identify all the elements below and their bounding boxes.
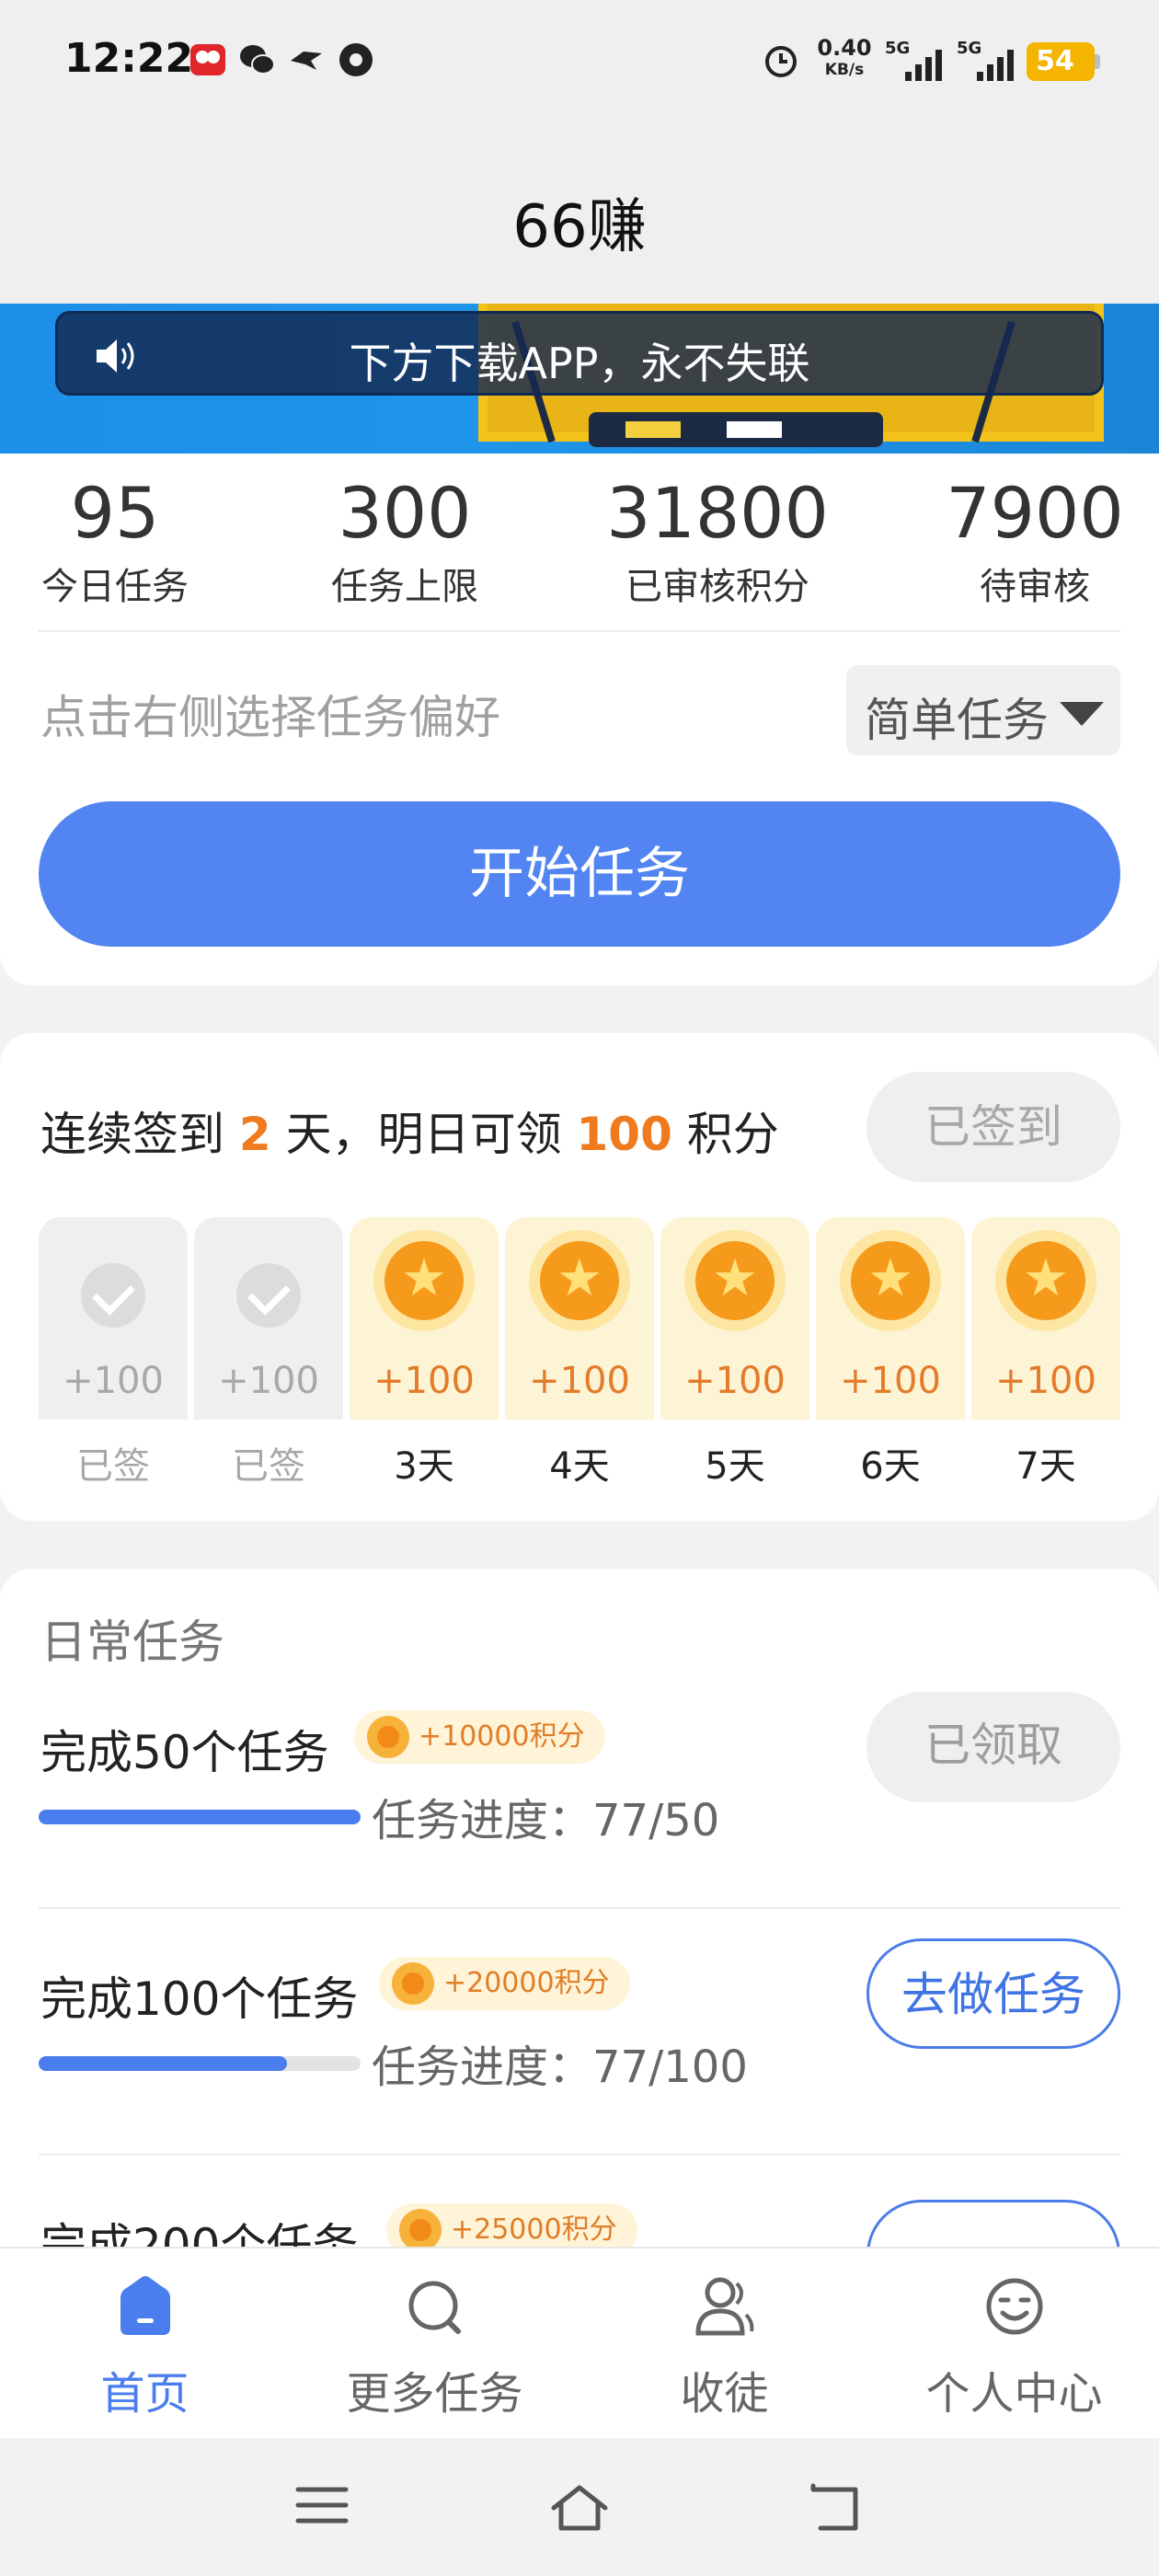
checkin-points: +100 bbox=[63, 1360, 164, 1402]
progress-text: 任务进度：77/100 bbox=[372, 2041, 748, 2093]
alarm-icon bbox=[765, 46, 797, 77]
users-icon bbox=[695, 2277, 754, 2336]
checkin-points: +100 bbox=[529, 1360, 630, 1402]
checkin-day-label: 3天 bbox=[394, 1445, 454, 1488]
checkin-day: ★ +100 bbox=[350, 1217, 499, 1420]
divider bbox=[39, 630, 1120, 632]
checkin-points: +100 bbox=[373, 1360, 475, 1402]
reward-badge: +10000积分 bbox=[354, 1710, 605, 1764]
claimed-button[interactable]: 已领取 bbox=[866, 1692, 1120, 1802]
check-icon bbox=[236, 1263, 301, 1328]
status-bar: 12:22 0.40 KB/s 5G 5G 54 bbox=[0, 0, 1159, 124]
check-icon bbox=[81, 1263, 145, 1328]
bottom-tab-bar: 首页 更多任务 收徒 个人中心 bbox=[0, 2247, 1159, 2438]
checkin-day-label: 6天 bbox=[860, 1445, 921, 1488]
preference-hint: 点击右侧选择任务偏好 bbox=[40, 691, 500, 744]
checkin-day-label: 已签 bbox=[232, 1445, 305, 1488]
checkin-day-label: 4天 bbox=[549, 1445, 610, 1488]
checkin-points: +100 bbox=[995, 1360, 1096, 1402]
home-nav-icon[interactable] bbox=[548, 2482, 611, 2534]
checkin-points: +100 bbox=[840, 1360, 941, 1402]
app-header: 66赚 bbox=[0, 124, 1159, 304]
stat-task-limit: 300 任务上限 bbox=[331, 472, 478, 608]
coin-icon bbox=[392, 1962, 434, 2005]
checkin-summary: 连续签到 2 天，明日可领 100 积分 bbox=[40, 1108, 779, 1161]
do-task-button[interactable]: 去做任务 bbox=[866, 1938, 1120, 2049]
circle-app-icon bbox=[339, 43, 373, 76]
task-name: 完成100个任务 bbox=[40, 1972, 359, 2026]
checkin-points: +100 bbox=[218, 1360, 319, 1402]
checkin-day: +100 bbox=[39, 1217, 188, 1420]
checkin-points: +100 bbox=[684, 1360, 786, 1402]
reward-badge: +20000积分 bbox=[379, 1957, 630, 2010]
divider bbox=[39, 1907, 1120, 1909]
coin-icon bbox=[399, 2209, 442, 2251]
signal-icon bbox=[977, 50, 1014, 81]
star-coin-icon: ★ bbox=[529, 1230, 630, 1331]
stat-approved-points: 31800 已审核积分 bbox=[606, 472, 829, 608]
notice-text: 下方下载APP，永不失联 bbox=[349, 339, 810, 388]
signed-in-button[interactable]: 已签到 bbox=[866, 1072, 1120, 1182]
task-row: 完成50个任务 +10000积分 任务进度：77/50 已领取 bbox=[0, 1692, 1159, 1962]
checkin-day: +100 bbox=[194, 1217, 343, 1420]
task-name: 完成50个任务 bbox=[40, 1726, 329, 1779]
back-icon[interactable] bbox=[808, 2482, 866, 2534]
battery-icon: 54 bbox=[1027, 42, 1100, 81]
checkin-card: 连续签到 2 天，明日可领 100 积分 已签到 +100 已签 +100 已签 ★ +1… bbox=[0, 1033, 1159, 1521]
tab-home[interactable]: 首页 bbox=[0, 2248, 290, 2440]
coin-icon bbox=[367, 1716, 409, 1758]
progress-bar bbox=[39, 2056, 361, 2071]
app-notification-icon bbox=[190, 44, 225, 75]
notice-bar[interactable]: 下方下载APP，永不失联 bbox=[55, 311, 1104, 396]
task-row: 完成100个任务 +20000积分 任务进度：77/100 去做任务 bbox=[0, 1938, 1159, 2209]
menu-icon[interactable] bbox=[294, 2482, 350, 2528]
checkin-day: ★ +100 bbox=[816, 1217, 965, 1420]
home-icon bbox=[120, 2276, 170, 2335]
page-title: 66赚 bbox=[512, 193, 647, 261]
checkin-day: ★ +100 bbox=[505, 1217, 654, 1420]
divider bbox=[39, 2154, 1120, 2156]
task-preference-select[interactable]: 简单任务 bbox=[846, 665, 1120, 755]
signal-icon bbox=[905, 50, 942, 81]
tab-apprentice[interactable]: 收徒 bbox=[580, 2248, 869, 2440]
banner[interactable]: 下方下载APP，永不失联 bbox=[0, 304, 1159, 454]
wechat-icon bbox=[240, 45, 275, 75]
checkin-day-label: 7天 bbox=[1016, 1445, 1076, 1488]
tab-profile[interactable]: 个人中心 bbox=[869, 2248, 1159, 2440]
star-coin-icon: ★ bbox=[684, 1230, 786, 1331]
checkin-day-label: 已签 bbox=[76, 1445, 150, 1488]
tab-more-tasks[interactable]: 更多任务 bbox=[290, 2248, 580, 2440]
progress-text: 任务进度：77/50 bbox=[372, 1795, 720, 1846]
bird-icon bbox=[291, 52, 322, 70]
status-time: 12:22 bbox=[64, 35, 194, 82]
smile-icon bbox=[986, 2278, 1043, 2335]
net-speed: 0.40 KB/s bbox=[817, 35, 872, 79]
start-task-button[interactable]: 开始任务 bbox=[39, 801, 1120, 947]
checkin-day: ★ +100 bbox=[660, 1217, 809, 1420]
checkin-day-label: 5天 bbox=[705, 1445, 765, 1488]
stat-today-tasks: 95 今日任务 bbox=[41, 472, 189, 608]
stat-pending-review: 7900 待审核 bbox=[946, 472, 1124, 608]
progress-bar bbox=[39, 1810, 361, 1824]
checkin-day: ★ +100 bbox=[971, 1217, 1120, 1420]
star-coin-icon: ★ bbox=[840, 1230, 941, 1331]
caret-down-icon bbox=[1060, 702, 1104, 726]
star-coin-icon: ★ bbox=[995, 1230, 1096, 1331]
stats-card: 95 今日任务 300 任务上限 31800 已审核积分 7900 待审核 点击右侧选择… bbox=[0, 454, 1159, 985]
search-icon bbox=[408, 2281, 461, 2334]
system-nav-bar bbox=[0, 2438, 1159, 2576]
section-title: 日常任务 bbox=[40, 1616, 224, 1669]
star-coin-icon: ★ bbox=[373, 1230, 475, 1331]
